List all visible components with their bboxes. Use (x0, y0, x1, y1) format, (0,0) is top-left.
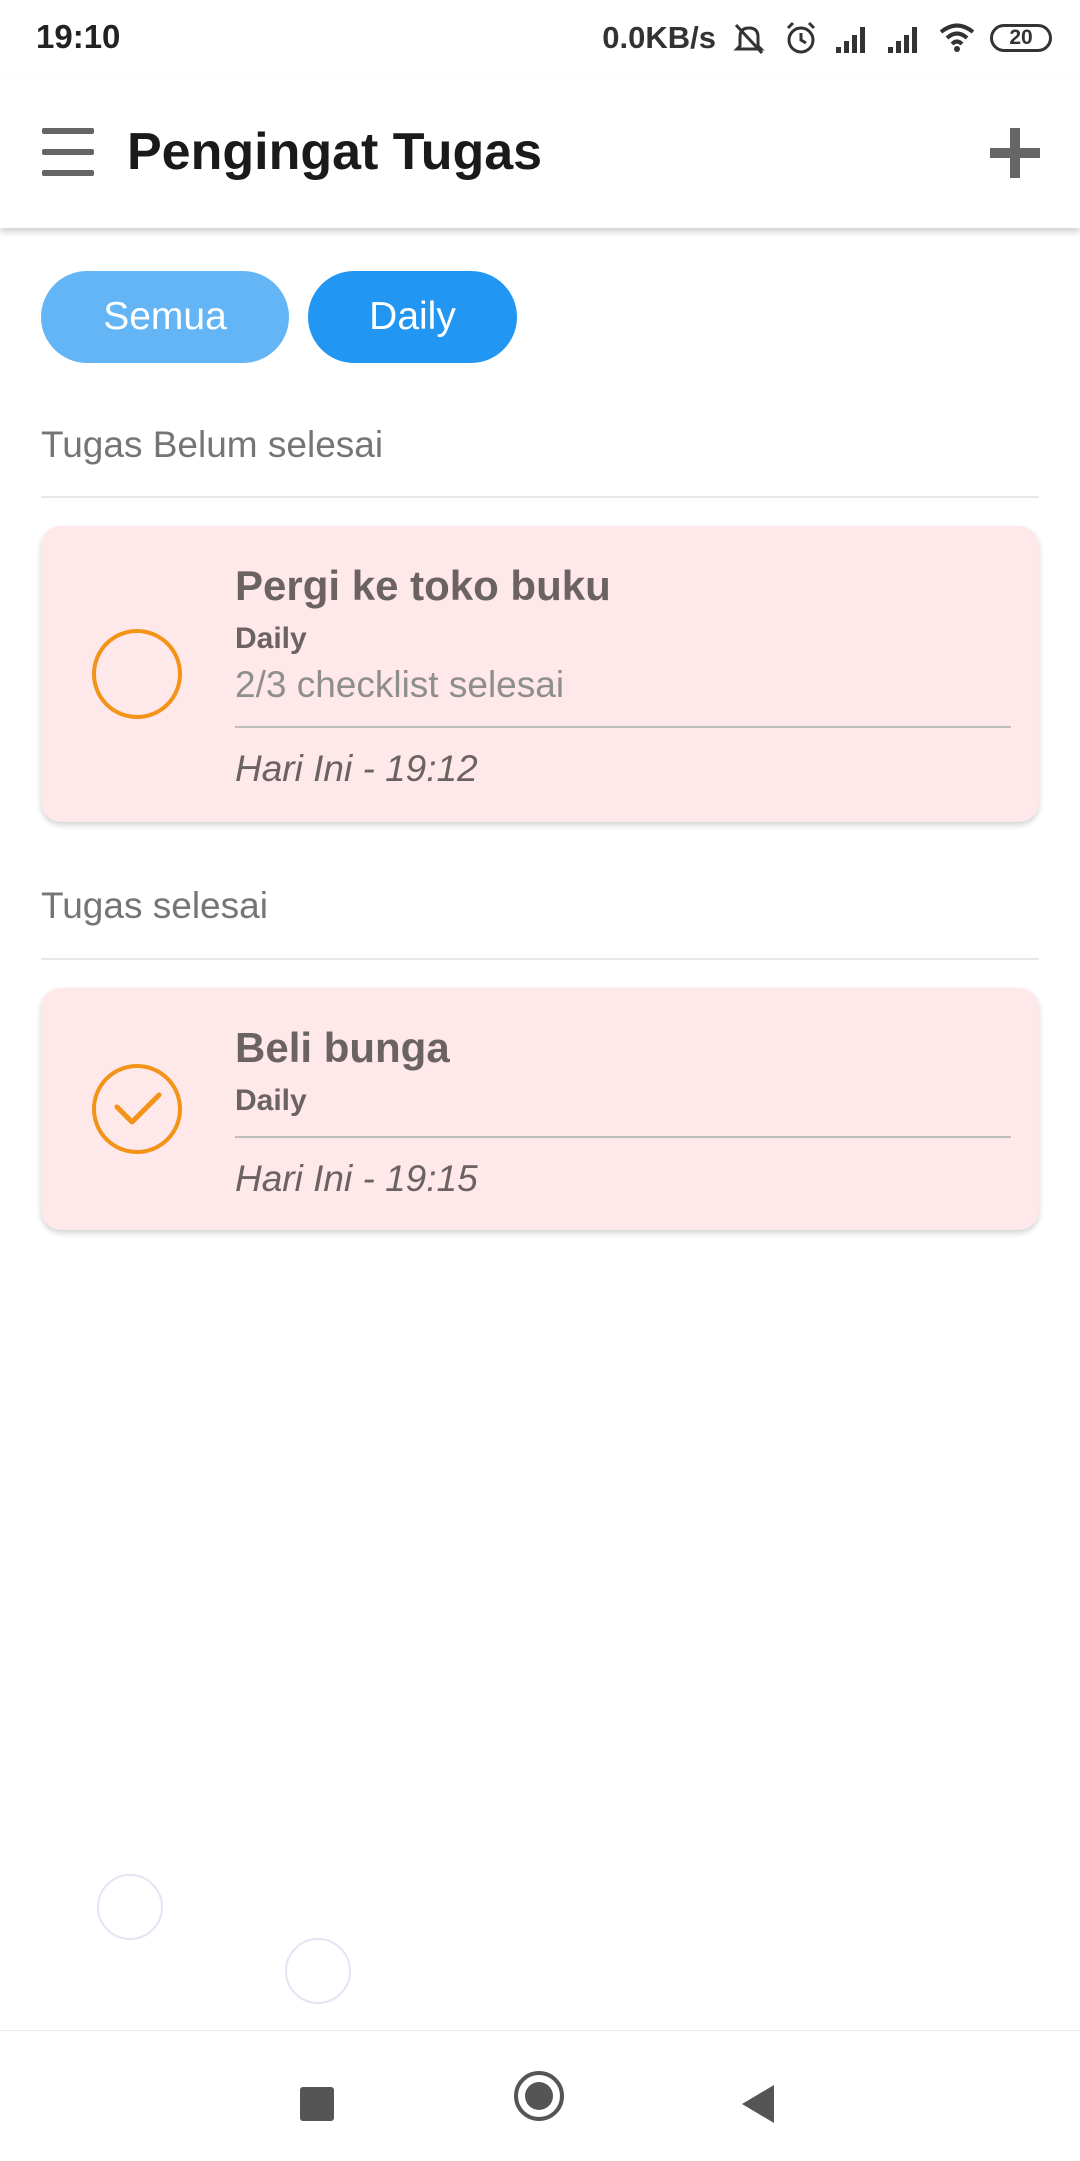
task-time: Hari Ini - 19:15 (235, 1158, 478, 1199)
recent-apps-icon[interactable] (300, 2087, 334, 2121)
touch-indicator (97, 1874, 163, 1940)
app-bar: Pengingat Tugas (0, 76, 1080, 228)
checked-circle-icon[interactable] (91, 1063, 183, 1155)
signal-icon (836, 27, 865, 53)
task-category: Daily (235, 622, 307, 655)
task-category: Daily (235, 1084, 307, 1117)
unchecked-circle-icon[interactable] (91, 628, 183, 720)
back-icon[interactable] (742, 2085, 774, 2123)
section-divider (41, 958, 1039, 960)
section-divider (41, 496, 1039, 498)
plus-icon[interactable] (990, 128, 1040, 178)
network-speed: 0.0KB/s (602, 20, 716, 55)
muted-bell-icon (733, 23, 765, 55)
task-checklist-status: 2/3 checklist selesai (235, 664, 565, 705)
hamburger-menu-icon[interactable] (40, 128, 96, 176)
task-divider (235, 726, 1011, 728)
status-bar: 19:10 0.0KB/s 20 (0, 0, 1080, 76)
section-title-done: Tugas selesai (41, 885, 268, 926)
signal-icon (888, 27, 917, 53)
section-title-pending: Tugas Belum selesai (41, 424, 384, 465)
task-time: Hari Ini - 19:12 (235, 748, 478, 789)
battery-icon: 20 (990, 24, 1052, 52)
task-divider (235, 1136, 1011, 1138)
filter-chips: Semua Daily (41, 271, 517, 363)
filter-chip-daily[interactable]: Daily (308, 271, 517, 363)
alarm-icon (786, 21, 816, 54)
status-time: 19:10 (36, 18, 121, 55)
navigation-bar (0, 2030, 1080, 2161)
filter-chip-all[interactable]: Semua (41, 271, 289, 363)
task-card-done[interactable]: Beli bunga Daily Hari Ini - 19:15 (41, 988, 1039, 1230)
page-title: Pengingat Tugas (127, 123, 543, 181)
task-card-pending[interactable]: Pergi ke toko buku Daily 2/3 checklist s… (41, 526, 1039, 822)
status-icons: 0.0KB/s 20 (602, 16, 1052, 60)
task-title: Beli bunga (235, 1024, 450, 1071)
touch-indicator (285, 1938, 351, 2004)
wifi-icon (939, 23, 975, 52)
home-icon[interactable] (514, 2071, 564, 2121)
task-title: Pergi ke toko buku (235, 562, 611, 609)
